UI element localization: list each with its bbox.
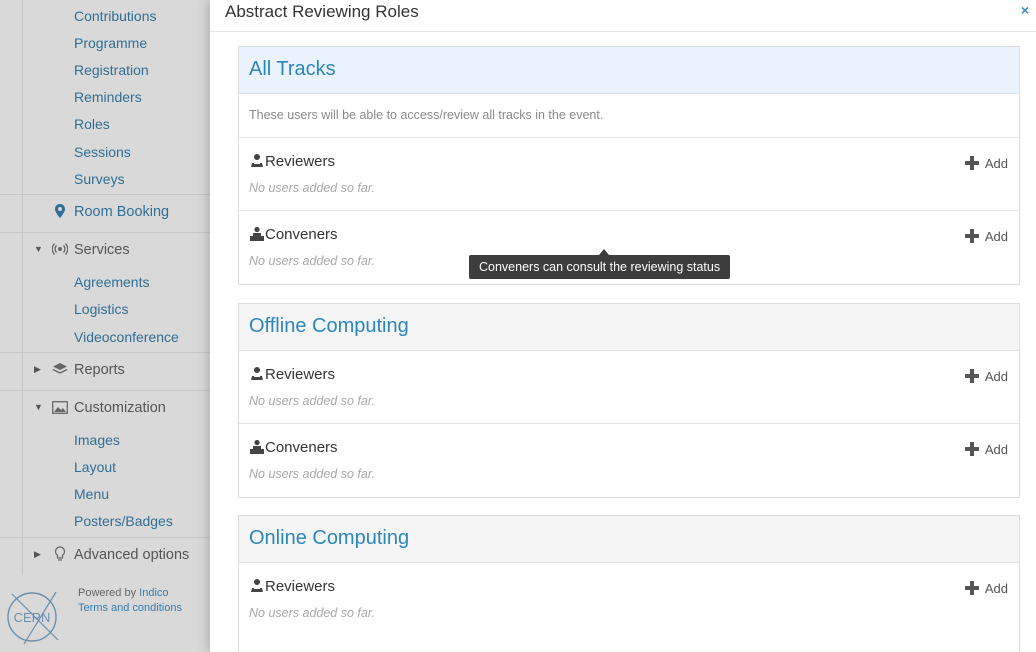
dialog-header: Abstract Reviewing Roles × bbox=[210, 0, 1036, 32]
sidebar-section-label: Reports bbox=[74, 362, 125, 378]
sidebar-item-roles[interactable]: Roles bbox=[74, 116, 110, 132]
empty-users-text: No users added so far. bbox=[249, 254, 375, 268]
role-conveners: Conveners No users added so far. Add bbox=[239, 424, 1019, 497]
caret-down-icon: ▼ bbox=[34, 402, 43, 412]
broadcast-icon bbox=[52, 241, 68, 257]
abstract-reviewing-roles-dialog: Abstract Reviewing Roles × All Tracks Th… bbox=[210, 0, 1036, 652]
role-name: Reviewers bbox=[265, 153, 336, 170]
track-group-offline-computing: Offline Computing Reviewers No users add… bbox=[238, 303, 1020, 498]
sidebar-item-menu[interactable]: Menu bbox=[74, 486, 109, 502]
terms-link[interactable]: Terms and conditions bbox=[78, 601, 182, 616]
add-button-label: Add bbox=[984, 580, 1008, 596]
empty-users-text: No users added so far. bbox=[249, 467, 375, 481]
plus-icon bbox=[964, 581, 979, 595]
role-reviewers: Reviewers No users added so far. Add bbox=[239, 563, 1019, 636]
sidebar-section-advanced-options[interactable]: ▶ Advanced options bbox=[0, 537, 210, 573]
dialog-title: Abstract Reviewing Roles bbox=[225, 2, 419, 21]
lightbulb-icon bbox=[52, 546, 68, 562]
group-title: Offline Computing bbox=[249, 315, 409, 337]
add-reviewers-button[interactable]: Add bbox=[964, 579, 1008, 597]
convener-icon bbox=[249, 226, 265, 242]
sidebar-section-reports[interactable]: ▶ Reports bbox=[0, 352, 210, 388]
caret-down-icon: ▼ bbox=[34, 244, 43, 254]
sidebar-section-label: Services bbox=[74, 242, 130, 258]
empty-users-text: No users added so far. bbox=[249, 394, 375, 408]
role-name: Reviewers bbox=[265, 366, 336, 383]
sidebar-item-agreements[interactable]: Agreements bbox=[74, 274, 149, 290]
sidebar-item-registration[interactable]: Registration bbox=[74, 62, 149, 78]
track-group-online-computing: Online Computing Reviewers No users adde… bbox=[238, 515, 1020, 652]
group-header: Online Computing bbox=[239, 516, 1019, 563]
add-conveners-button[interactable]: Add bbox=[964, 440, 1008, 458]
role-reviewers: Reviewers No users added so far. Add bbox=[239, 351, 1019, 424]
sidebar-item-surveys[interactable]: Surveys bbox=[74, 171, 125, 187]
sidebar-item-images[interactable]: Images bbox=[74, 432, 120, 448]
group-header: Offline Computing bbox=[239, 304, 1019, 351]
role-reviewers: Reviewers No users added so far. Add bbox=[239, 138, 1019, 211]
group-description: These users will be able to access/revie… bbox=[239, 94, 1019, 138]
add-button-label: Add bbox=[984, 228, 1008, 244]
sidebar-section-customization[interactable]: ▼ Customization bbox=[0, 390, 210, 426]
add-button-label: Add bbox=[984, 441, 1008, 457]
track-group-all-tracks: All Tracks These users will be able to a… bbox=[238, 46, 1020, 285]
map-pin-icon bbox=[52, 203, 68, 219]
empty-users-text: No users added so far. bbox=[249, 181, 375, 195]
indico-link[interactable]: Indico bbox=[139, 587, 168, 599]
sidebar-item-room-booking[interactable]: Room Booking bbox=[0, 194, 210, 230]
reviewer-icon bbox=[249, 366, 265, 382]
group-title: All Tracks bbox=[249, 58, 336, 80]
close-icon[interactable]: × bbox=[1018, 2, 1032, 18]
convener-icon bbox=[249, 439, 265, 455]
empty-users-text: No users added so far. bbox=[249, 606, 375, 620]
role-name: Reviewers bbox=[265, 578, 336, 595]
sidebar-item-posters-badges[interactable]: Posters/Badges bbox=[74, 513, 173, 529]
sidebar-rail bbox=[22, 0, 23, 575]
role-name: Conveners bbox=[265, 226, 338, 243]
sidebar-section-label: Advanced options bbox=[74, 547, 190, 563]
sidebar-item-label: Room Booking bbox=[74, 204, 170, 220]
reviewer-icon bbox=[249, 578, 265, 594]
sidebar-item-reminders[interactable]: Reminders bbox=[74, 89, 142, 105]
footer-text: Powered by Indico Terms and conditions bbox=[78, 586, 182, 616]
plus-icon bbox=[964, 369, 979, 383]
role-name: Conveners bbox=[265, 439, 338, 456]
sidebar-item-sessions[interactable]: Sessions bbox=[74, 144, 131, 160]
add-button-label: Add bbox=[984, 368, 1008, 384]
cern-logo-text: CERN bbox=[14, 610, 51, 625]
sidebar-section-services[interactable]: ▼ Services bbox=[0, 232, 210, 268]
sidebar-item-programme[interactable]: Programme bbox=[74, 35, 147, 51]
group-title: Online Computing bbox=[249, 527, 410, 549]
sidebar-item-videoconference[interactable]: Videoconference bbox=[74, 329, 179, 345]
sidebar-item-logistics[interactable]: Logistics bbox=[74, 301, 128, 317]
layers-icon bbox=[52, 361, 68, 377]
plus-icon bbox=[964, 156, 979, 170]
reviewer-icon bbox=[249, 153, 265, 169]
conveners-tooltip: Conveners can consult the reviewing stat… bbox=[469, 249, 731, 279]
caret-right-icon: ▶ bbox=[34, 364, 41, 374]
image-icon bbox=[52, 399, 68, 415]
plus-icon bbox=[964, 442, 979, 456]
add-button-label: Add bbox=[984, 155, 1008, 171]
add-reviewers-button[interactable]: Add bbox=[964, 154, 1008, 172]
sidebar-item-layout[interactable]: Layout bbox=[74, 459, 116, 475]
group-description-text: These users will be able to access/revie… bbox=[249, 108, 604, 122]
cern-logo: CERN bbox=[4, 586, 68, 646]
plus-icon bbox=[964, 229, 979, 243]
add-reviewers-button[interactable]: Add bbox=[964, 367, 1008, 385]
group-header: All Tracks bbox=[239, 47, 1019, 94]
add-conveners-button[interactable]: Add bbox=[964, 227, 1008, 245]
sidebar-section-label: Customization bbox=[74, 400, 166, 416]
sidebar-item-contributions[interactable]: Contributions bbox=[74, 8, 157, 24]
sidebar: Contributions Programme Registration Rem… bbox=[0, 0, 210, 652]
powered-by-text: Powered by bbox=[78, 587, 137, 599]
caret-right-icon: ▶ bbox=[34, 549, 41, 559]
